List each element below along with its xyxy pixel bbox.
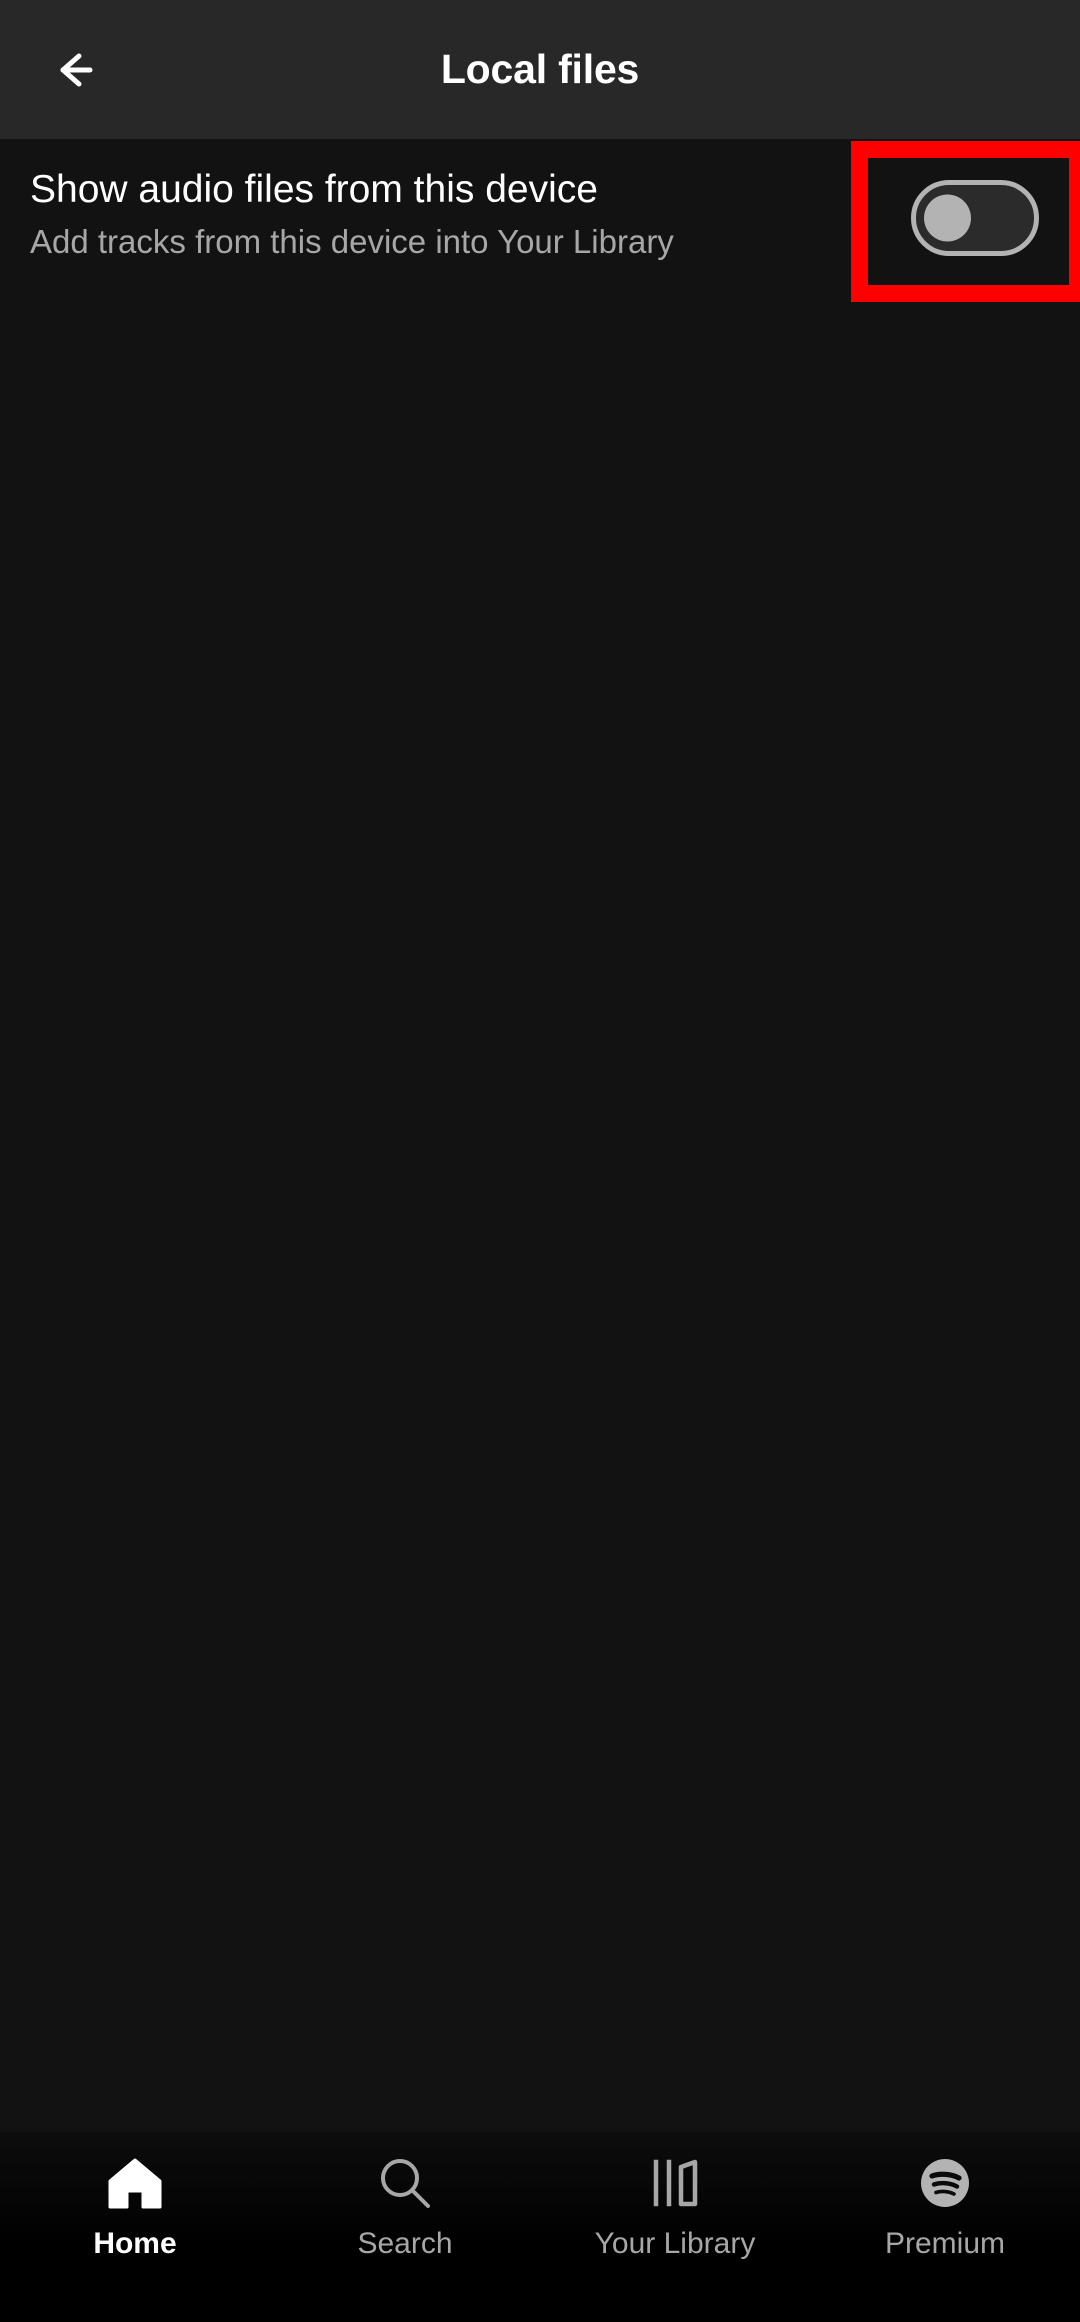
app-header: Local files bbox=[0, 0, 1080, 139]
setting-subtitle: Add tracks from this device into Your Li… bbox=[30, 223, 674, 260]
nav-label-home: Home bbox=[93, 2227, 177, 2260]
toggle-knob bbox=[924, 194, 971, 242]
show-audio-files-toggle[interactable] bbox=[880, 162, 1070, 274]
nav-item-your-library[interactable]: Your Library bbox=[540, 2150, 810, 2290]
setting-text-block: Show audio files from this device Add tr… bbox=[30, 165, 810, 266]
setting-title: Show audio files from this device bbox=[30, 168, 598, 211]
nav-label-premium: Premium bbox=[884, 2227, 1005, 2260]
nav-item-search[interactable]: Search bbox=[270, 2150, 540, 2290]
search-icon bbox=[375, 2150, 435, 2216]
bottom-navigation-bar: Home Search Your Library Premium bbox=[0, 2132, 1080, 2322]
spotify-icon bbox=[915, 2150, 975, 2216]
library-icon bbox=[645, 2150, 705, 2216]
nav-label-search: Search bbox=[357, 2227, 453, 2260]
nav-item-premium[interactable]: Premium bbox=[810, 2150, 1080, 2290]
toggle-track bbox=[911, 180, 1039, 256]
page-title: Local files bbox=[440, 46, 640, 92]
nav-item-home[interactable]: Home bbox=[0, 2150, 270, 2290]
nav-label-your-library: Your Library bbox=[594, 2227, 756, 2260]
app-screen: Local files Show audio files from this d… bbox=[0, 0, 1080, 2322]
home-icon bbox=[105, 2150, 165, 2216]
